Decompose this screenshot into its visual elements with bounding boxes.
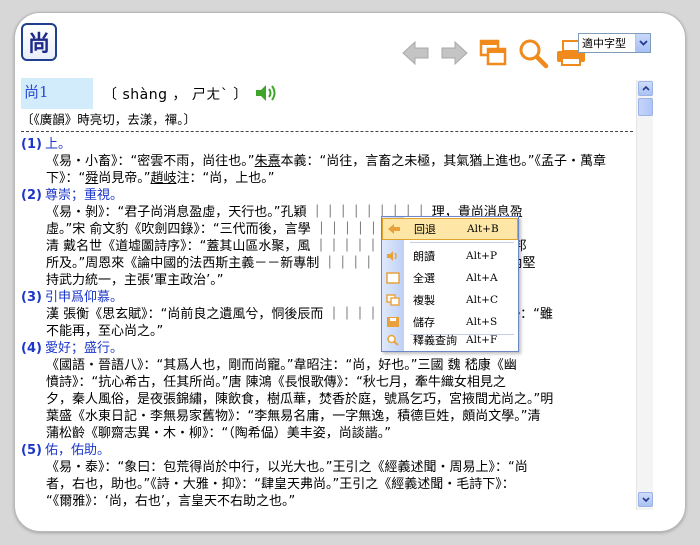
- text-line: 不能再，至心尚之。”: [46, 324, 164, 339]
- speaker-icon: [387, 251, 397, 261]
- text-line: 《易・泰》：“象曰：包荒得尚於中行，以光大也。”王引之《經義述聞・周易上》：“尚: [46, 460, 528, 475]
- pronunciation: 〔 shàng ， ㄕㄤˋ 〕: [103, 87, 248, 103]
- sense-number: (5): [21, 443, 42, 458]
- definition-pane: 尚1 〔 shàng ， ㄕㄤˋ 〕 〔《廣韻》時亮切，去漾，禪。〕 (1) 上。…: [21, 78, 637, 508]
- menu-item-label: 全選: [413, 272, 435, 285]
- chevron-down-icon: [641, 497, 650, 502]
- sense-title: 佑，佑助。: [45, 443, 111, 458]
- back-icon: [388, 224, 400, 234]
- sense-2: (2) 尊崇；重視。 《易・剝》：“君子尚消息盈虛，天行也。”孔穎 ｜｜｜｜｜｜｜…: [21, 187, 637, 289]
- menu-item-shortcut: Alt+C: [466, 294, 498, 306]
- text-line: 所及。”周恩來《論中國的法西斯主義－－新專制 ｜｜｜｜｜｜｜ 是尚，所以他對內堅: [46, 256, 536, 271]
- menu-item-shortcut: Alt+P: [466, 250, 498, 262]
- menu-item-label: 儲存: [413, 316, 435, 329]
- save-icon: [387, 317, 399, 327]
- link-text[interactable]: 朱熹: [254, 154, 280, 169]
- sense-4: (4) 愛好；盛行。 《國語・晉語八》：“其爲人也，剛而尚寵。”韋昭注：“尚，好也…: [21, 340, 637, 442]
- text-line: 夕，秦人風俗，是夜張錦繡，陳飲食，樹瓜華，焚香於庭，號爲乞巧，宮掖間尤尚之。”明: [46, 392, 554, 407]
- vertical-scrollbar[interactable]: [636, 80, 653, 510]
- sense-number: (3): [21, 290, 42, 305]
- lookup-icon: [387, 334, 399, 346]
- select-all-icon: [386, 272, 400, 284]
- sense-number: (2): [21, 188, 42, 203]
- back-arrow-icon[interactable]: [401, 39, 431, 67]
- sense-3: (3) 引申爲仰慕。 漢 張衡《思玄賦》：“尚前良之遺風兮，恫後辰而 ｜｜｜｜｜｜…: [21, 289, 637, 340]
- context-menu: 回退 Alt+B 朗讀 Alt+P 全選 Alt+A 複製 Alt+C 儲存 A…: [381, 216, 519, 352]
- text-line: 蒲松齡《聊齋志異・木・柳》：“（陶希偘）美丰姿，尚談諧。”: [46, 426, 391, 441]
- text-line: 漢 張衡《思玄賦》：“尚前良之遺風兮，恫後辰而 ｜｜｜｜｜｜｜ 與彭咸之儔等疏》…: [46, 307, 553, 322]
- text-line: 者，右也，助也。”《詩・大雅・抑》：“肆皇天弗尚。”王引之《經義述聞・毛詩下》：: [46, 477, 515, 492]
- menu-item-back[interactable]: 回退 Alt+B: [382, 218, 518, 240]
- sense-text: 注：“尚，上也。”: [176, 171, 275, 186]
- menu-separator: [410, 242, 514, 243]
- font-size-select[interactable]: 適中字型: [578, 33, 651, 53]
- entry-word: 尚1: [21, 78, 93, 109]
- sense-title: 尊崇；重視。: [45, 188, 124, 203]
- rhyme-note: 〔《廣韻》時亮切，去漾，禪。〕: [21, 112, 197, 127]
- text-line: 《國語・晉語八》：“其爲人也，剛而尚寵。”韋昭注：“尚，好也。”三國 魏 嵇康《…: [46, 358, 517, 373]
- text-line: 葉盛《水東日記・李無易家舊物》：“李無易名庸，一字無逸，積德巨姓，頗尚文學。”清: [46, 409, 541, 424]
- chevron-up-icon: [641, 86, 650, 91]
- entry-header: 尚1 〔 shàng ， ㄕㄤˋ 〕 〔《廣韻》時亮切，去漾，禪。〕: [21, 78, 637, 127]
- headword-button[interactable]: 尚: [21, 23, 57, 61]
- divider: [21, 131, 633, 132]
- scroll-thumb[interactable]: [638, 98, 653, 116]
- text-line: 持武力統一，主張‘軍主政治’。”: [46, 273, 224, 288]
- scroll-down-button[interactable]: [638, 492, 653, 507]
- menu-item-label: 朗讀: [413, 250, 435, 263]
- scroll-up-button[interactable]: [638, 81, 653, 96]
- sense-5: (5) 佑，佑助。 《易・泰》：“象曰：包荒得尚於中行，以光大也。”王引之《經義述…: [21, 442, 637, 508]
- menu-item-lookup[interactable]: 釋義查詢 Alt+F: [382, 329, 518, 351]
- font-size-value: 適中字型: [582, 37, 626, 50]
- menu-item-shortcut: Alt+A: [466, 272, 498, 284]
- chevron-down-icon[interactable]: [635, 34, 650, 52]
- sense-list: (1) 上。 《易・小畜》：“密雲不雨，尚往也。”朱熹本義：“尚往，言畜之未極，其…: [21, 136, 637, 508]
- sense-text: 尚見帝。”: [98, 171, 151, 186]
- menu-item-shortcut: Alt+B: [467, 223, 499, 235]
- text-line: “《爾雅》：‘尚，右也’，言皇天不右助之也。”: [46, 494, 296, 508]
- forward-arrow-icon[interactable]: [439, 39, 469, 67]
- sense-title: 愛好；盛行。: [45, 341, 124, 356]
- menu-item-copy[interactable]: 複製 Alt+C: [382, 289, 518, 311]
- sense-number: (1): [21, 137, 42, 152]
- text-line: 《易・剝》：“君子尚消息盈虛，天行也。”孔穎 ｜｜｜｜｜｜｜｜｜ 理，貴尚消息盈: [46, 205, 523, 220]
- windows-icon[interactable]: [478, 38, 508, 68]
- text-line: 憤詩》：“抗心希古，任其所尚。”唐 陳鴻《長恨歌傳》：“秋七月，牽牛織女相見之: [46, 375, 506, 390]
- text-line: 清 戴名世《道墟圖詩序》：“蓋其山區水聚，風 ｜｜｜｜｜｜｜｜ 敦詩書，皆非他邦: [46, 239, 527, 254]
- menu-item-label: 釋義查詢: [413, 334, 457, 347]
- text-line: 虛。”宋 俞文豹《吹劍四錄》：“三代而後，言學 ｜｜｜｜｜｜｜｜ 往，唐尚詞章。…: [46, 222, 515, 237]
- menu-item-select-all[interactable]: 全選 Alt+A: [382, 267, 518, 289]
- search-icon[interactable]: [517, 37, 549, 69]
- sense-text: 《易・小畜》：“密雲不雨，尚往也。”: [46, 154, 255, 169]
- sense-1: (1) 上。 《易・小畜》：“密雲不雨，尚往也。”朱熹本義：“尚往，言畜之未極，其…: [21, 136, 637, 187]
- menu-item-label: 回退: [414, 223, 436, 236]
- link-text[interactable]: 舜: [85, 171, 98, 186]
- sense-text: 《易・剝》：“君子尚消息盈虛，天行也。”孔穎 ｜｜｜｜｜｜｜｜｜ 理，貴尚消息盈…: [21, 204, 637, 289]
- speaker-icon[interactable]: [254, 83, 280, 103]
- sense-title: 上。: [45, 137, 72, 152]
- sense-title: 引申爲仰慕。: [45, 290, 124, 305]
- copy-icon: [386, 294, 400, 306]
- menu-item-shortcut: Alt+F: [466, 334, 498, 346]
- menu-item-read-aloud[interactable]: 朗讀 Alt+P: [382, 245, 518, 267]
- menu-item-shortcut: Alt+S: [466, 316, 498, 328]
- link-text[interactable]: 趙岐: [151, 171, 177, 186]
- sense-number: (4): [21, 341, 42, 356]
- menu-item-label: 複製: [413, 294, 435, 307]
